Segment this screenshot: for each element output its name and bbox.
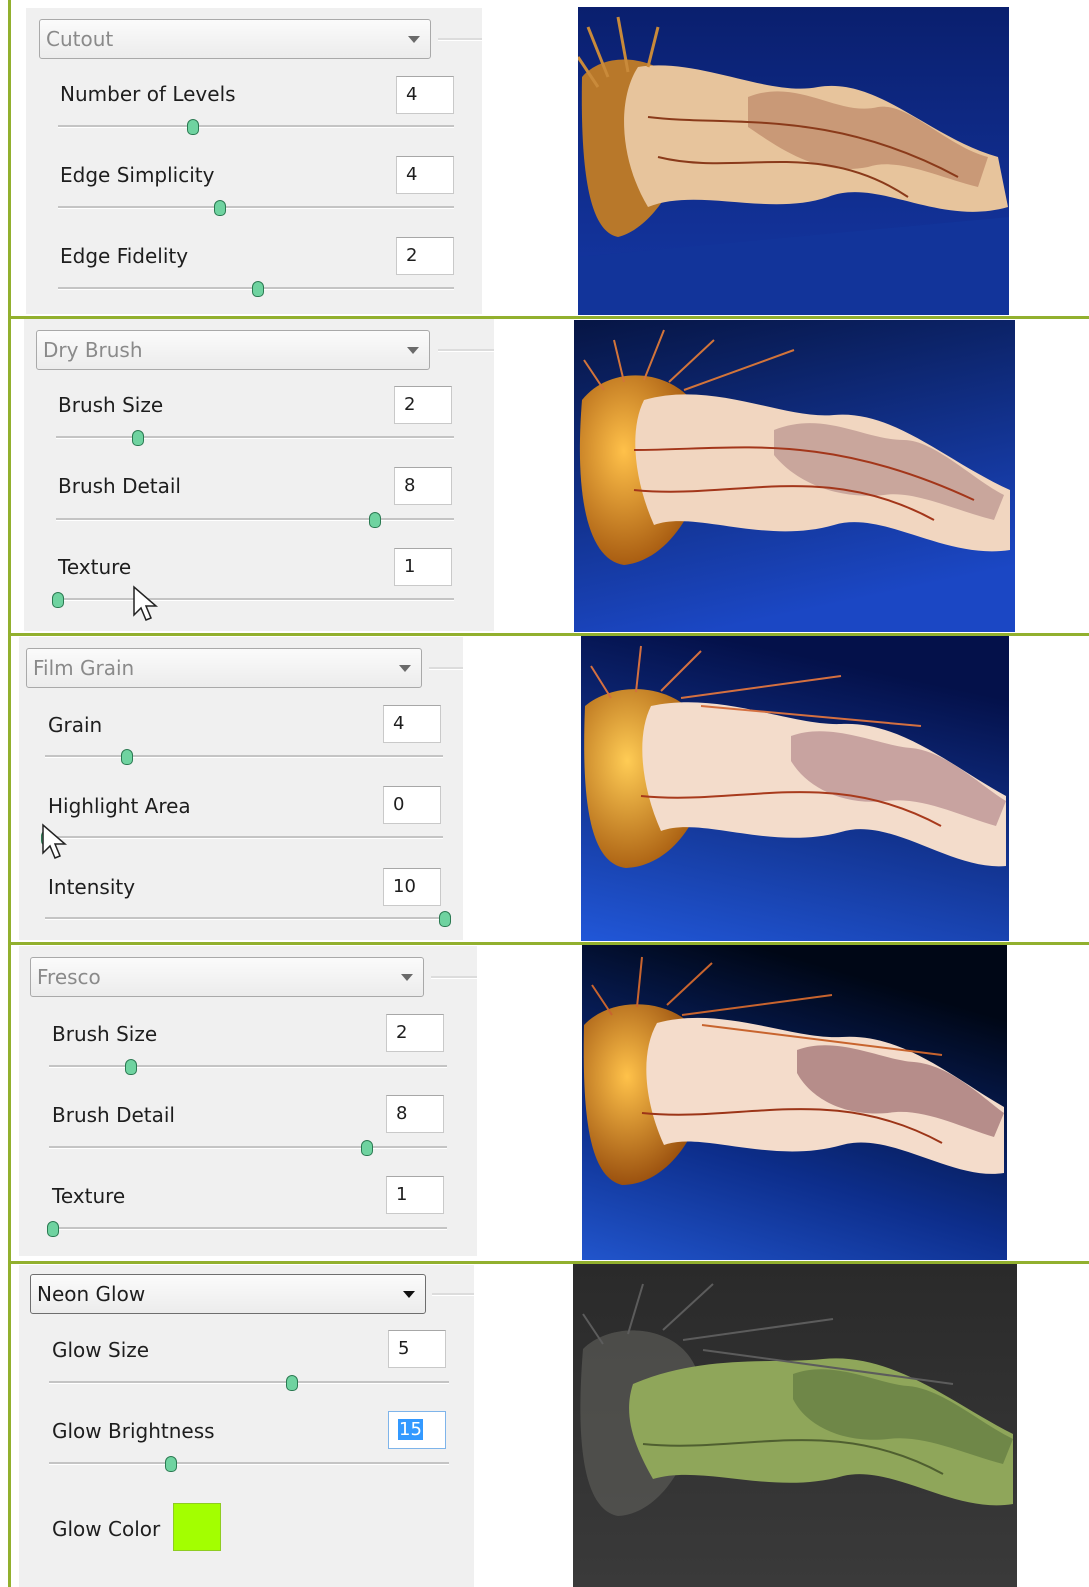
edge-fidelity-label: Edge Fidelity	[60, 244, 189, 268]
dropdown-label: Fresco	[37, 965, 101, 989]
dropdown-label: Cutout	[46, 27, 114, 51]
filter-panel-cutout: Cutout Number of Levels 4 Edge Simplicit…	[26, 8, 482, 314]
glow-brightness-slider[interactable]	[49, 1462, 449, 1465]
brush-detail-input[interactable]: 8	[386, 1095, 444, 1133]
edge-simplicity-slider-thumb[interactable]	[214, 200, 226, 216]
intensity-slider[interactable]	[45, 917, 443, 920]
brush-size-slider[interactable]	[49, 1065, 447, 1068]
brush-size-label: Brush Size	[58, 393, 164, 417]
filter-panel-dry-brush: Dry Brush Brush Size 2 Brush Detail 8 Te…	[24, 319, 494, 631]
brush-detail-input[interactable]: 8	[394, 467, 452, 505]
brush-detail-slider[interactable]	[56, 518, 454, 521]
brush-detail-label: Brush Detail	[58, 474, 181, 498]
edge-fidelity-slider-thumb[interactable]	[252, 281, 264, 297]
intensity-input[interactable]: 10	[383, 868, 441, 906]
brush-detail-slider[interactable]	[49, 1146, 447, 1149]
filter-dropdown-fresco[interactable]: Fresco	[30, 957, 424, 997]
separator	[432, 1293, 474, 1296]
number-of-levels-label: Number of Levels	[60, 82, 236, 106]
brush-detail-label: Brush Detail	[52, 1103, 175, 1127]
filter-panel-film-grain: Film Grain Grain 4 Highlight Area 0 Inte…	[19, 637, 463, 940]
jellyfish-fresco-preview	[582, 945, 1007, 1260]
dropdown-label: Dry Brush	[43, 338, 143, 362]
dropdown-label: Neon Glow	[37, 1282, 146, 1306]
glow-color-swatch[interactable]	[173, 1503, 221, 1551]
chevron-down-icon[interactable]	[399, 665, 411, 672]
brush-size-label: Brush Size	[52, 1022, 158, 1046]
dropdown-label: Film Grain	[33, 656, 135, 680]
separator	[431, 976, 477, 979]
brush-size-input[interactable]: 2	[394, 386, 452, 424]
filter-dropdown-cutout[interactable]: Cutout	[39, 19, 431, 59]
grain-label: Grain	[48, 713, 103, 737]
texture-slider[interactable]	[56, 598, 454, 601]
texture-input[interactable]: 1	[394, 548, 452, 586]
edge-simplicity-label: Edge Simplicity	[60, 163, 215, 187]
glow-size-slider-thumb[interactable]	[286, 1375, 298, 1391]
chevron-down-icon[interactable]	[407, 347, 419, 354]
jellyfish-dry-brush-preview	[574, 320, 1015, 632]
mouse-pointer-icon	[133, 585, 159, 621]
chevron-down-icon[interactable]	[401, 974, 413, 981]
filter-panel-neon-glow: Neon Glow Glow Size 5 Glow Brightness 15…	[19, 1265, 474, 1587]
texture-label: Texture	[58, 555, 132, 579]
mouse-pointer-icon	[42, 823, 68, 859]
intensity-label: Intensity	[48, 875, 136, 899]
jellyfish-film-grain-preview	[581, 636, 1009, 941]
brush-size-slider-thumb[interactable]	[125, 1059, 137, 1075]
texture-slider[interactable]	[49, 1227, 447, 1230]
intensity-slider-thumb[interactable]	[439, 911, 451, 927]
number-of-levels-input[interactable]: 4	[396, 76, 454, 114]
glow-brightness-slider-thumb[interactable]	[165, 1456, 177, 1472]
separator	[438, 38, 482, 41]
selected-text: 15	[398, 1419, 423, 1440]
texture-label: Texture	[52, 1184, 126, 1208]
number-of-levels-slider-thumb[interactable]	[187, 119, 199, 135]
edge-simplicity-slider[interactable]	[58, 206, 454, 209]
brush-size-slider-thumb[interactable]	[132, 430, 144, 446]
left-border-line	[8, 0, 11, 1587]
edge-fidelity-input[interactable]: 2	[396, 237, 454, 275]
filter-dropdown-neon-glow[interactable]: Neon Glow	[30, 1274, 426, 1314]
glow-color-label: Glow Color	[52, 1517, 161, 1541]
glow-size-slider[interactable]	[49, 1381, 449, 1384]
jellyfish-cutout-preview	[578, 7, 1009, 315]
highlight-area-label: Highlight Area	[48, 794, 191, 818]
grain-slider-thumb[interactable]	[121, 749, 133, 765]
filter-panel-fresco: Fresco Brush Size 2 Brush Detail 8 Textu…	[19, 946, 477, 1256]
number-of-levels-slider[interactable]	[58, 125, 454, 128]
glow-size-input[interactable]: 5	[388, 1330, 446, 1368]
highlight-area-slider[interactable]	[45, 836, 443, 839]
texture-input[interactable]: 1	[386, 1176, 444, 1214]
texture-slider-thumb[interactable]	[47, 1221, 59, 1237]
chevron-down-icon[interactable]	[403, 1291, 415, 1298]
jellyfish-neon-glow-preview	[573, 1264, 1017, 1587]
brush-detail-slider-thumb[interactable]	[369, 512, 381, 528]
brush-detail-slider-thumb[interactable]	[361, 1140, 373, 1156]
glow-brightness-input[interactable]: 15	[388, 1411, 446, 1449]
filter-dropdown-film-grain[interactable]: Film Grain	[26, 648, 422, 688]
grain-input[interactable]: 4	[383, 705, 441, 743]
texture-slider-thumb[interactable]	[52, 592, 64, 608]
separator	[438, 349, 494, 352]
brush-size-input[interactable]: 2	[386, 1014, 444, 1052]
brush-size-slider[interactable]	[56, 436, 454, 439]
separator	[429, 667, 463, 670]
glow-size-label: Glow Size	[52, 1338, 150, 1362]
glow-brightness-label: Glow Brightness	[52, 1419, 215, 1443]
filter-dropdown-dry-brush[interactable]: Dry Brush	[36, 330, 430, 370]
highlight-area-input[interactable]: 0	[383, 786, 441, 824]
grain-slider[interactable]	[45, 755, 443, 758]
edge-simplicity-input[interactable]: 4	[396, 156, 454, 194]
chevron-down-icon[interactable]	[408, 36, 420, 43]
